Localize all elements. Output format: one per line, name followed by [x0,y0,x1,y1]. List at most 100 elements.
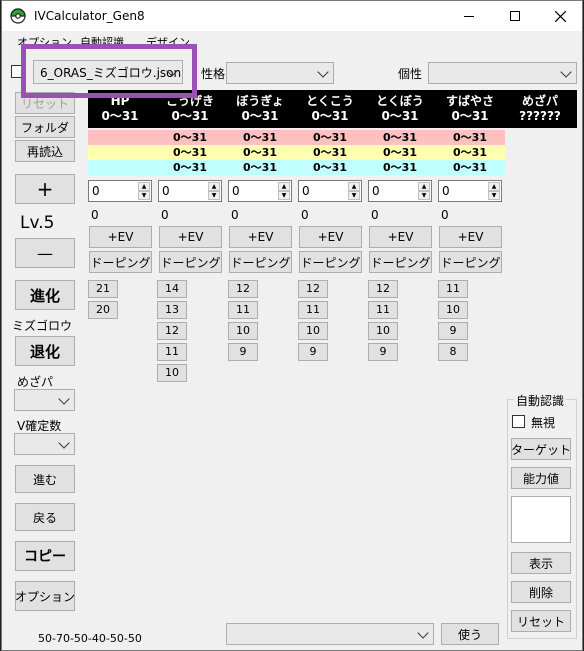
band-cyan-attack: 0〜31 [173,161,207,174]
candidate-defense[interactable]: 11 [228,301,258,319]
doping-button-hp[interactable]: ドーピング [89,251,152,273]
candidate-speed[interactable]: 10 [438,301,468,319]
spin-arrows-icon[interactable]: ▲ ▼ [278,182,290,200]
minimize-button[interactable] [446,1,492,31]
stat-input-attack[interactable]: 0 ▲ ▼ [158,180,222,202]
candidate-attack[interactable]: 14 [157,280,187,298]
v-count-label: V確定数 [17,419,62,433]
candidate-speed[interactable]: 11 [438,280,468,298]
spin-arrows-icon[interactable]: ▲ ▼ [488,182,500,200]
stat-input-sp-attack-value: 0 [302,184,310,198]
band-yellow-defense: 0〜31 [243,146,277,159]
spin-arrows-icon[interactable]: ▲ ▼ [138,182,150,200]
ev-value-sp-attack: 0 [301,208,309,222]
v-count-select[interactable] [14,433,75,455]
target-button[interactable]: ターゲット [511,438,571,460]
stat-input-sp-defense[interactable]: 0 ▲ ▼ [368,180,432,202]
header-speed-range: 0〜31 [451,109,489,123]
maximize-button[interactable] [492,1,538,31]
ev-value-speed: 0 [441,208,449,222]
band-yellow-attack: 0〜31 [173,146,207,159]
next-button[interactable]: 進む [15,465,75,493]
band-cyan-defense: 0〜31 [243,161,277,174]
header-sp-attack-range: 0〜31 [311,109,349,123]
copy-button[interactable]: コピー [15,541,75,571]
candidate-attack[interactable]: 12 [157,322,187,340]
stat-input-attack-value: 0 [162,184,170,198]
stat-input-sp-attack[interactable]: 0 ▲ ▼ [298,180,362,202]
nature-select[interactable] [226,62,334,84]
candidate-attack[interactable]: 13 [157,301,187,319]
characteristic-select[interactable] [428,62,577,84]
ev-value-hp: 0 [91,208,99,222]
spin-arrows-icon[interactable]: ▲ ▼ [208,182,220,200]
header-hidden-power: めざパ?????? [508,94,572,124]
spin-arrows-icon[interactable]: ▲ ▼ [348,182,360,200]
pokemon-name: ミズゴロウ [12,319,73,333]
ignore-label: 無視 [531,416,556,430]
devolve-button[interactable]: 退化 [15,336,75,366]
header-speed-name: すばやさ [445,94,494,108]
candidate-hp[interactable]: 20 [88,301,118,319]
band-pink-speed: 0〜31 [453,131,487,144]
delete-button[interactable]: 削除 [511,581,571,603]
candidate-sp-attack[interactable]: 11 [298,301,328,319]
bottom-select[interactable] [226,623,434,645]
app-window: IVCalculator_Gen8 オプション 自動認識 デザイン 6_ORAS… [1,0,583,651]
close-button[interactable] [537,1,582,31]
header-attack: こうげき 0〜31 [158,94,222,124]
level-up-button[interactable]: + [15,174,75,204]
header-hidden-power-name: めざパ [521,94,558,108]
add-ev-button-hp[interactable]: +EV [89,226,152,248]
level-label: Lv.5 [20,213,55,233]
doping-button-attack[interactable]: ドーピング [159,251,222,273]
stat-input-speed[interactable]: 0 ▲ ▼ [438,180,502,202]
candidate-sp-defense[interactable]: 10 [368,322,398,340]
doping-button-speed[interactable]: ドーピング [439,251,502,273]
candidate-sp-defense[interactable]: 11 [368,301,398,319]
spin-arrows-icon[interactable]: ▲ ▼ [418,182,430,200]
candidate-speed[interactable]: 9 [438,322,468,340]
candidate-attack[interactable]: 10 [157,364,187,382]
candidate-defense[interactable]: 12 [228,280,258,298]
stat-input-defense-value: 0 [232,184,240,198]
add-ev-button-defense[interactable]: +EV [229,226,292,248]
stat-input-hp[interactable]: 0 ▲ ▼ [88,180,152,202]
band-yellow-sp-defense: 0〜31 [383,146,417,159]
folder-button[interactable]: フォルダ [15,116,75,138]
doping-button-defense[interactable]: ドーピング [229,251,292,273]
stat-input-defense[interactable]: 0 ▲ ▼ [228,180,292,202]
stat-input-hp-value: 0 [92,184,100,198]
candidate-sp-defense[interactable]: 12 [368,280,398,298]
candidate-hp[interactable]: 21 [88,280,118,298]
candidate-speed[interactable]: 8 [438,343,468,361]
candidate-defense[interactable]: 9 [228,343,258,361]
ignore-checkbox[interactable] [512,415,525,428]
candidate-defense[interactable]: 10 [228,322,258,340]
doping-button-sp-defense[interactable]: ドーピング [369,251,432,273]
maximize-icon [510,11,520,21]
add-ev-button-sp-defense[interactable]: +EV [369,226,432,248]
show-button[interactable]: 表示 [511,552,571,574]
candidate-sp-defense[interactable]: 9 [368,343,398,361]
candidate-attack[interactable]: 11 [157,343,187,361]
use-button[interactable]: 使う [441,623,499,645]
reset-auto-button[interactable]: リセット [511,610,571,632]
add-ev-button-attack[interactable]: +EV [159,226,222,248]
candidate-sp-attack[interactable]: 12 [298,280,328,298]
evolve-button[interactable]: 進化 [15,280,75,310]
options-button[interactable]: オプション [15,581,75,611]
header-sp-defense: とくぼう 0〜31 [368,94,432,124]
back-button[interactable]: 戻る [15,503,75,531]
band-pink-sp-attack: 0〜31 [313,131,347,144]
add-ev-button-speed[interactable]: +EV [439,226,502,248]
doping-button-sp-attack[interactable]: ドーピング [299,251,362,273]
level-down-button[interactable]: — [15,238,75,268]
stats-button[interactable]: 能力値 [511,467,571,489]
add-ev-button-sp-attack[interactable]: +EV [299,226,362,248]
hidden-power-select[interactable] [14,389,75,411]
header-defense-range: 0〜31 [241,109,279,123]
candidate-sp-attack[interactable]: 9 [298,343,328,361]
reload-button[interactable]: 再読込 [15,140,75,162]
candidate-sp-attack[interactable]: 10 [298,322,328,340]
